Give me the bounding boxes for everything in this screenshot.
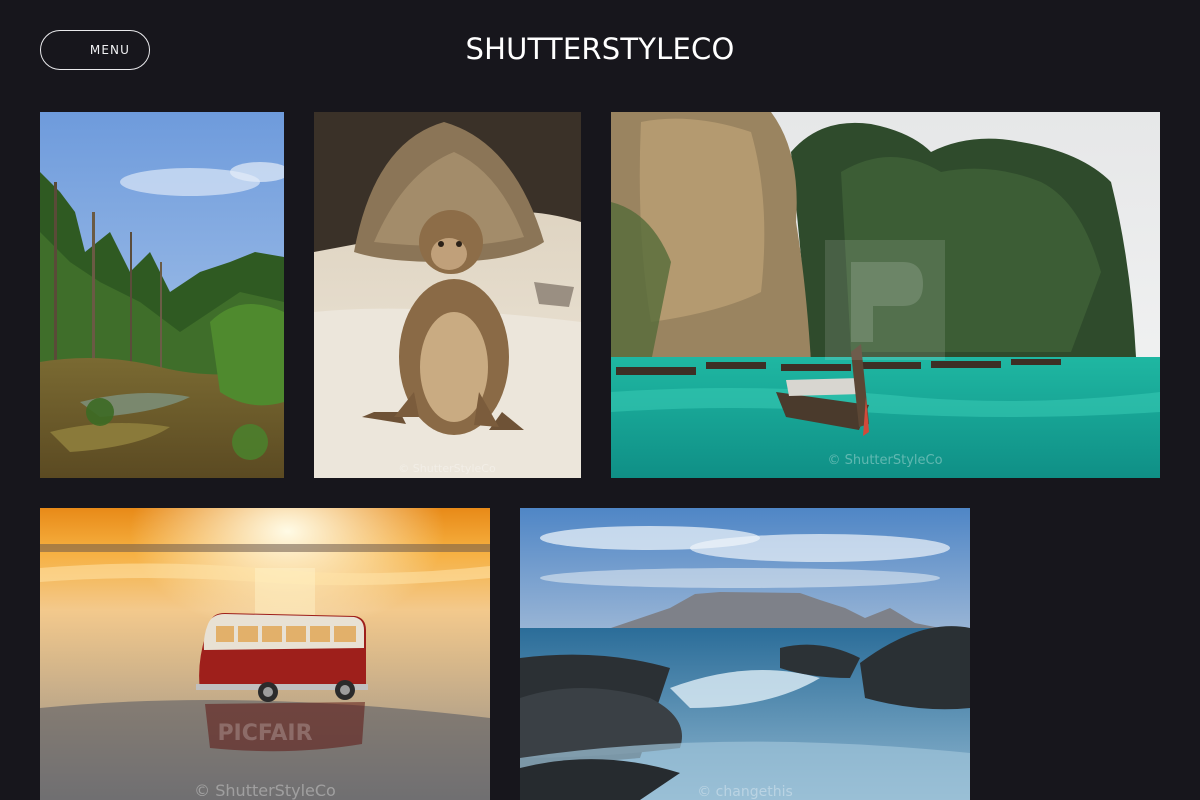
gallery-photo-cliffs[interactable]: © ShutterStyleCo — [611, 112, 1160, 478]
gallery-photo-monkey[interactable]: © ShutterStyleCo — [314, 112, 581, 478]
watermark-text: © ShutterStyleCo — [827, 453, 942, 468]
gallery-photo-coast[interactable]: © changethis — [520, 508, 970, 800]
van-sunset-image: PICFAIR © ShutterStyleCo — [40, 508, 490, 800]
watermark-text: © changethis — [697, 784, 793, 800]
watermark-brand: PICFAIR — [217, 721, 312, 746]
jungle-image — [40, 112, 284, 478]
page: MENU SHUTTERSTYLECO © ShutterStyleCo © S… — [0, 0, 1200, 800]
coast-image: © changethis — [520, 508, 970, 800]
gallery-photo-van[interactable]: PICFAIR © ShutterStyleCo — [40, 508, 490, 800]
watermark-text: © ShutterStyleCo — [194, 781, 336, 800]
watermark-text: © ShutterStyleCo — [398, 462, 496, 475]
cliffs-image: © ShutterStyleCo — [611, 112, 1160, 478]
monkey-image: © ShutterStyleCo — [314, 112, 581, 478]
gallery-photo-jungle[interactable] — [40, 112, 284, 478]
site-title[interactable]: SHUTTERSTYLECO — [0, 32, 1200, 66]
